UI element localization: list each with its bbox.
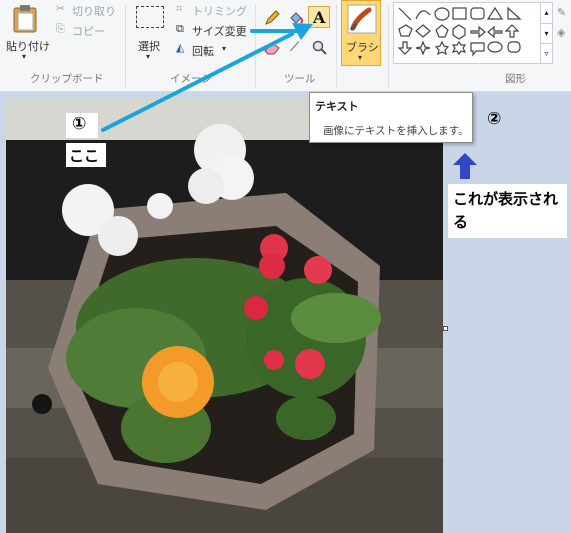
paste-label: 貼り付け xyxy=(6,40,50,53)
fill-icon: ◈ xyxy=(557,26,566,39)
brush-icon xyxy=(347,4,377,34)
shapes-group-label: 図形 xyxy=(505,73,526,85)
rotate-icon: ◭ xyxy=(176,41,185,54)
outline-button[interactable]: ✎ xyxy=(556,6,571,22)
step2-number-label: ② xyxy=(481,106,513,134)
step2-text: これが表示される xyxy=(453,190,559,231)
eyedropper-icon: ⟋ xyxy=(290,40,300,55)
copy-label: コピー xyxy=(72,25,105,38)
up-arrow-icon xyxy=(453,153,477,179)
brush-label: ブラシ xyxy=(346,41,379,54)
tooltip-title: テキスト xyxy=(315,100,359,113)
magnifier-icon xyxy=(312,40,327,55)
gallery-scroll-down[interactable]: ▾ xyxy=(540,23,552,43)
resize-button[interactable]: ⧉ サイズ変更 xyxy=(176,22,250,38)
chevron-down-icon: ▾ xyxy=(222,44,227,53)
group-divider xyxy=(336,4,337,88)
step1-number: ① xyxy=(72,114,87,134)
magnifier-tool[interactable] xyxy=(310,38,330,58)
step1-callout: ここ xyxy=(66,143,106,167)
resize-icon: ⧉ xyxy=(176,22,184,35)
text-tool[interactable]: A xyxy=(308,6,330,28)
resize-handle-right[interactable] xyxy=(443,326,448,331)
brush-button[interactable]: ブラシ ▾ xyxy=(341,0,381,66)
group-divider xyxy=(388,4,389,88)
crop-icon: ⌗ xyxy=(176,2,183,15)
chevron-down-icon: ▾ xyxy=(358,53,363,62)
resize-label: サイズ変更 xyxy=(192,25,247,38)
step1-text: ここ xyxy=(69,147,100,165)
selection-rect-icon xyxy=(136,6,164,28)
cut-button[interactable]: ✂ 切り取り xyxy=(56,2,122,18)
fill-tool[interactable] xyxy=(286,8,306,28)
step1-number-label: ① xyxy=(66,113,98,138)
text-tool-icon: A xyxy=(313,8,326,27)
image-group-label: イメージ xyxy=(170,73,212,85)
clipboard-group-label: クリップボード xyxy=(30,73,104,85)
crop-label: トリミング xyxy=(192,5,247,18)
clipboard-icon xyxy=(13,5,37,33)
step2-callout: これが表示される xyxy=(448,184,567,238)
paste-button[interactable]: 貼り付け ▾ xyxy=(2,2,52,64)
crop-button[interactable]: ⌗ トリミング xyxy=(176,2,247,18)
chevron-down-icon: ▾ xyxy=(146,52,151,61)
eraser-tool[interactable] xyxy=(262,38,282,58)
eraser-icon xyxy=(264,42,280,55)
group-divider xyxy=(255,4,256,88)
scissors-icon: ✂ xyxy=(56,2,66,15)
copy-button[interactable]: ⎘ コピー xyxy=(56,22,122,38)
rotate-label: 回転 xyxy=(192,45,214,58)
color-picker-tool[interactable]: ⟋ xyxy=(286,38,306,58)
outline-icon: ✎ xyxy=(557,6,567,19)
pencil-icon xyxy=(265,10,280,25)
gallery-scroll-up[interactable]: ▴ xyxy=(540,3,552,23)
tools-group-label: ツール xyxy=(284,73,316,85)
step2-number: ② xyxy=(487,109,502,129)
text-tool-tooltip: テキスト 画像にテキストを挿入します。 xyxy=(309,92,473,143)
select-button[interactable]: 選択 ▾ xyxy=(132,2,168,64)
rotate-button[interactable]: ◭ 回転 ▾ xyxy=(176,41,236,58)
fill-button[interactable]: ◈ xyxy=(556,26,571,42)
shapes-icon xyxy=(397,6,522,57)
shapes-gallery[interactable]: ▴ ▾ ▿ xyxy=(393,2,553,64)
gallery-expand[interactable]: ▿ xyxy=(540,43,552,63)
chevron-down-icon: ▾ xyxy=(22,52,27,61)
pencil-tool[interactable] xyxy=(262,8,282,28)
group-divider xyxy=(125,4,126,88)
copy-icon: ⎘ xyxy=(56,22,65,35)
ribbon: 貼り付け ▾ ✂ 切り取り ⎘ コピー クリップボード 選択 ▾ ⌗ トリミング… xyxy=(0,0,571,92)
tooltip-description: 画像にテキストを挿入します。 xyxy=(323,125,469,137)
cut-label: 切り取り xyxy=(72,5,116,18)
paint-bucket-icon xyxy=(290,12,303,24)
